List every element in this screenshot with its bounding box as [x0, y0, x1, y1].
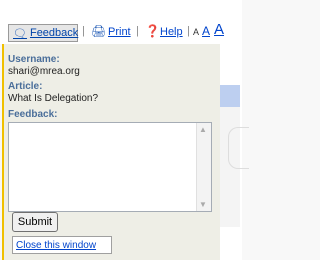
font-size-small[interactable]: A [193, 27, 199, 37]
article-value: What Is Delegation? [8, 93, 99, 104]
background-bar [220, 85, 240, 107]
toolbar-separator: | [187, 25, 190, 37]
submit-button[interactable]: Submit [12, 212, 58, 232]
toolbar: 🗨 Feedback | 🖨 Print | ❓ Help | A A A [0, 0, 240, 44]
article-label: Article: [8, 81, 43, 92]
speech-bubble-icon: 🗨 [13, 27, 27, 40]
username-label: Username: [8, 54, 60, 65]
feedback-button[interactable]: 🗨 Feedback [8, 24, 78, 42]
printer-icon[interactable]: 🖨 [91, 24, 106, 38]
feedback-textarea[interactable]: ▲ ▼ [8, 122, 212, 212]
font-size-medium[interactable]: A [202, 24, 210, 38]
toolbar-separator: | [136, 25, 139, 37]
help-link[interactable]: Help [160, 26, 183, 38]
feedback-button-label: Feedback [29, 27, 79, 39]
toolbar-separator: | [82, 25, 85, 37]
font-size-large[interactable]: A [214, 21, 224, 38]
username-value: shari@mrea.org [8, 66, 80, 77]
print-link[interactable]: Print [108, 26, 131, 38]
close-window-link[interactable]: Close this window [16, 240, 96, 251]
feedback-panel: Username: shari@mrea.org Article: What I… [4, 44, 220, 260]
textarea-scrollbar[interactable]: ▲ ▼ [196, 123, 211, 211]
background-curve [228, 127, 249, 169]
feedback-label: Feedback: [8, 109, 58, 120]
close-window-box: Close this window [12, 236, 112, 254]
scroll-down-icon[interactable]: ▼ [199, 200, 207, 209]
help-icon[interactable]: ❓ [145, 24, 160, 38]
scroll-up-icon[interactable]: ▲ [199, 125, 207, 134]
